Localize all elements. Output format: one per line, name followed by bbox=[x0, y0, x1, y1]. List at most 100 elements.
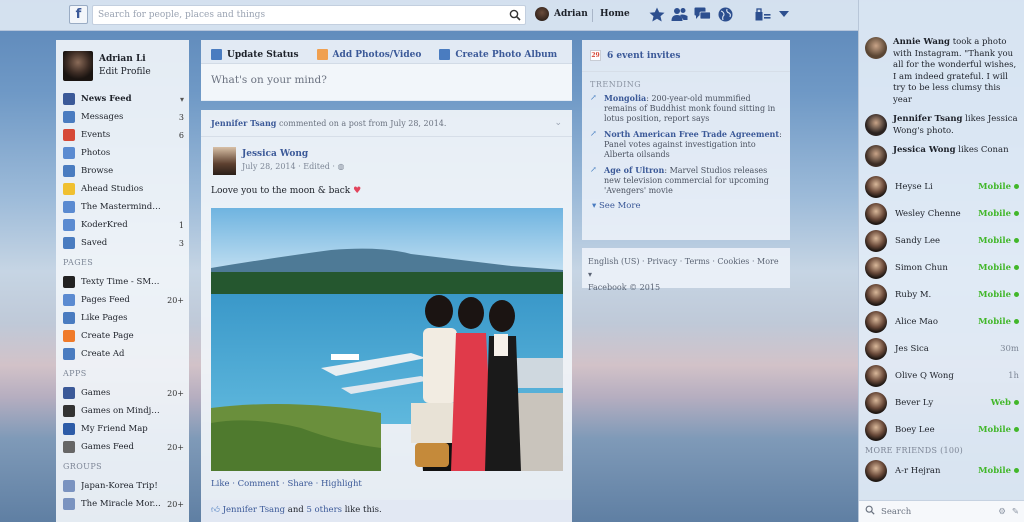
actor-name[interactable]: Jennifer Tsang bbox=[211, 118, 276, 128]
profile-name[interactable]: Adrian Li bbox=[99, 54, 151, 64]
trending-topic[interactable]: Age of Ultron bbox=[604, 165, 664, 175]
avatar[interactable] bbox=[63, 51, 93, 81]
sidebar-item-count: 20+ bbox=[167, 442, 184, 452]
compose-icon[interactable]: ✎ bbox=[1012, 507, 1019, 517]
trending-item[interactable]: ↗ Age of Ultron: Marvel Studios releases … bbox=[590, 165, 782, 196]
sidebar-item[interactable]: Games 20+ bbox=[63, 384, 184, 402]
ticker-item[interactable]: Jennifer Tsang likes Jessica Wong's phot… bbox=[859, 110, 1024, 141]
profile-block[interactable]: Adrian Li Edit Profile bbox=[63, 51, 151, 81]
sidebar-item[interactable]: Create Page bbox=[63, 327, 184, 345]
buddy-status: 1h bbox=[1008, 371, 1019, 381]
pages-section: Texty Time - SMS ... Pages Feed 20+ Like Pa… bbox=[63, 273, 184, 363]
liker-name[interactable]: Jennifer Tsang bbox=[223, 505, 285, 515]
trending-topic[interactable]: North American Free Trade Agreement bbox=[604, 129, 779, 139]
highlight-link[interactable]: Highlight bbox=[321, 479, 362, 489]
chevron-down-icon[interactable]: ⌄ bbox=[554, 118, 562, 128]
sidebar-item[interactable]: Like Pages bbox=[63, 309, 184, 327]
buddy-item[interactable]: Jes Sica 30m bbox=[859, 335, 1024, 362]
sidebar-item[interactable]: The Miracle Mor... 20+ bbox=[63, 495, 184, 513]
search-input[interactable] bbox=[93, 6, 503, 24]
sidebar-item[interactable]: Games on Mindjolt bbox=[63, 402, 184, 420]
others-link[interactable]: 5 others bbox=[306, 505, 342, 515]
sidebar-item[interactable]: The Mastermind G... bbox=[63, 198, 184, 216]
sidebar-item[interactable]: Japan-Korea Trip! bbox=[63, 477, 184, 495]
buddy-item[interactable]: A-r Hejran Mobile bbox=[859, 457, 1024, 484]
buddy-item[interactable]: Alice Mao Mobile bbox=[859, 308, 1024, 335]
buddy-item[interactable]: Simon Chun Mobile bbox=[859, 254, 1024, 281]
footer-links[interactable]: English (US) · Privacy · Terms · Cookies… bbox=[588, 255, 784, 281]
sidebar-item[interactable]: Ahead Studios bbox=[63, 180, 184, 198]
gear-icon[interactable]: ⚙ bbox=[998, 507, 1006, 517]
ticker-name[interactable]: Annie Wang bbox=[893, 37, 950, 47]
buddy-item[interactable]: Olive Q Wong 1h bbox=[859, 362, 1024, 389]
edit-profile-link[interactable]: Edit Profile bbox=[99, 67, 151, 77]
post-text-body: Loove you to the moon & back bbox=[211, 186, 351, 196]
star-icon[interactable] bbox=[648, 7, 665, 23]
post-photo[interactable] bbox=[211, 208, 563, 471]
tab-update-status[interactable]: Update Status bbox=[211, 46, 299, 63]
buddy-item[interactable]: Ruby M. Mobile bbox=[859, 281, 1024, 308]
buddy-item[interactable]: Boey Lee Mobile bbox=[859, 416, 1024, 443]
pencil-icon bbox=[211, 49, 222, 60]
ticker-name[interactable]: Jessica Wong bbox=[893, 145, 956, 155]
buddy-item[interactable]: Sandy Lee Mobile bbox=[859, 227, 1024, 254]
buddy-status: Mobile bbox=[978, 209, 1019, 219]
search-icon[interactable] bbox=[509, 9, 521, 24]
avatar[interactable] bbox=[213, 147, 236, 175]
sidebar-item[interactable]: Games Feed 20+ bbox=[63, 438, 184, 456]
buddy-name: Heyse Li bbox=[895, 181, 933, 192]
see-more-label: See More bbox=[598, 201, 641, 211]
chat-sidebar: Annie Wang took a photo with Instagram. … bbox=[858, 0, 1024, 522]
sidebar-item[interactable]: News Feed ▾ bbox=[63, 90, 184, 108]
sidebar-item[interactable]: My Friend Map bbox=[63, 420, 184, 438]
buddy-item[interactable]: Heyse Li Mobile bbox=[859, 173, 1024, 200]
post-text: Loove you to the moon & back ♥ bbox=[211, 186, 361, 196]
sidebar-item[interactable]: Create Ad bbox=[63, 345, 184, 363]
apps-section: Games 20+ Games on Mindjolt My Friend Map Ga… bbox=[63, 384, 184, 456]
online-dot-icon bbox=[1014, 426, 1019, 432]
sidebar-item[interactable]: Saved 3 bbox=[63, 234, 184, 252]
sidebar-item[interactable]: Events 6 bbox=[63, 126, 184, 144]
trending-item[interactable]: ↗ Mongolia: 200-year-old mummified remain… bbox=[590, 93, 782, 124]
status-input[interactable]: What's on your mind? bbox=[201, 64, 572, 100]
sidebar-item[interactable]: Photos bbox=[63, 144, 184, 162]
sidebar-item[interactable]: KoderKred 1 bbox=[63, 216, 184, 234]
profile-link[interactable]: Adrian bbox=[535, 7, 588, 21]
share-link[interactable]: Share bbox=[287, 479, 312, 489]
author-name[interactable]: Jessica Wong bbox=[242, 149, 344, 159]
privacy-shortcuts-icon[interactable] bbox=[755, 8, 771, 24]
home-link[interactable]: Home bbox=[600, 9, 630, 19]
avatar bbox=[865, 145, 887, 167]
sidebar-item-label: Messages bbox=[81, 112, 124, 122]
ticker-name[interactable]: Jennifer Tsang bbox=[893, 114, 962, 124]
ticker-item[interactable]: Jessica Wong likes Conan bbox=[859, 141, 1024, 171]
trending-item[interactable]: ↗ North American Free Trade Agreement: Pa… bbox=[590, 129, 782, 160]
chevron-down-icon[interactable] bbox=[779, 11, 789, 21]
online-dot-icon bbox=[1014, 467, 1019, 473]
sidebar-item[interactable]: Messages 3 bbox=[63, 108, 184, 126]
friend-requests-icon[interactable] bbox=[671, 7, 688, 23]
chat-search-input[interactable]: Search bbox=[881, 507, 992, 517]
facebook-logo[interactable]: f bbox=[69, 5, 88, 24]
sidebar-item[interactable]: Texty Time - SMS ... bbox=[63, 273, 184, 291]
event-invites[interactable]: 29 6 event invites bbox=[582, 40, 790, 72]
games-icon bbox=[63, 387, 75, 399]
buddy-item[interactable]: Bever Ly Web bbox=[859, 389, 1024, 416]
ticker-item[interactable]: Annie Wang took a photo with Instagram. … bbox=[859, 33, 1024, 110]
avatar bbox=[865, 310, 887, 333]
tab-create-album[interactable]: Create Photo Album bbox=[439, 46, 557, 63]
sidebar-item[interactable]: Pages Feed 20+ bbox=[63, 291, 184, 309]
sidebar-item-label: My Friend Map bbox=[81, 424, 148, 434]
trending-topic[interactable]: Mongolia bbox=[604, 93, 646, 103]
messages-icon[interactable] bbox=[694, 7, 711, 23]
like-link[interactable]: Like bbox=[211, 479, 230, 489]
comment-link[interactable]: Comment bbox=[238, 479, 280, 489]
buddy-name: Alice Mao bbox=[895, 316, 938, 327]
globe-icon[interactable] bbox=[717, 7, 734, 23]
buddy-item[interactable]: Wesley Chenne Mobile bbox=[859, 200, 1024, 227]
sidebar-item[interactable]: Browse bbox=[63, 162, 184, 180]
composer-tabs: Update Status Add Photos/Video Create Ph… bbox=[201, 40, 572, 64]
tab-add-photos[interactable]: Add Photos/Video bbox=[316, 46, 421, 63]
see-more-link[interactable]: ▾ See More bbox=[592, 201, 782, 211]
post-meta[interactable]: July 28, 2014 · Edited · bbox=[242, 162, 335, 171]
